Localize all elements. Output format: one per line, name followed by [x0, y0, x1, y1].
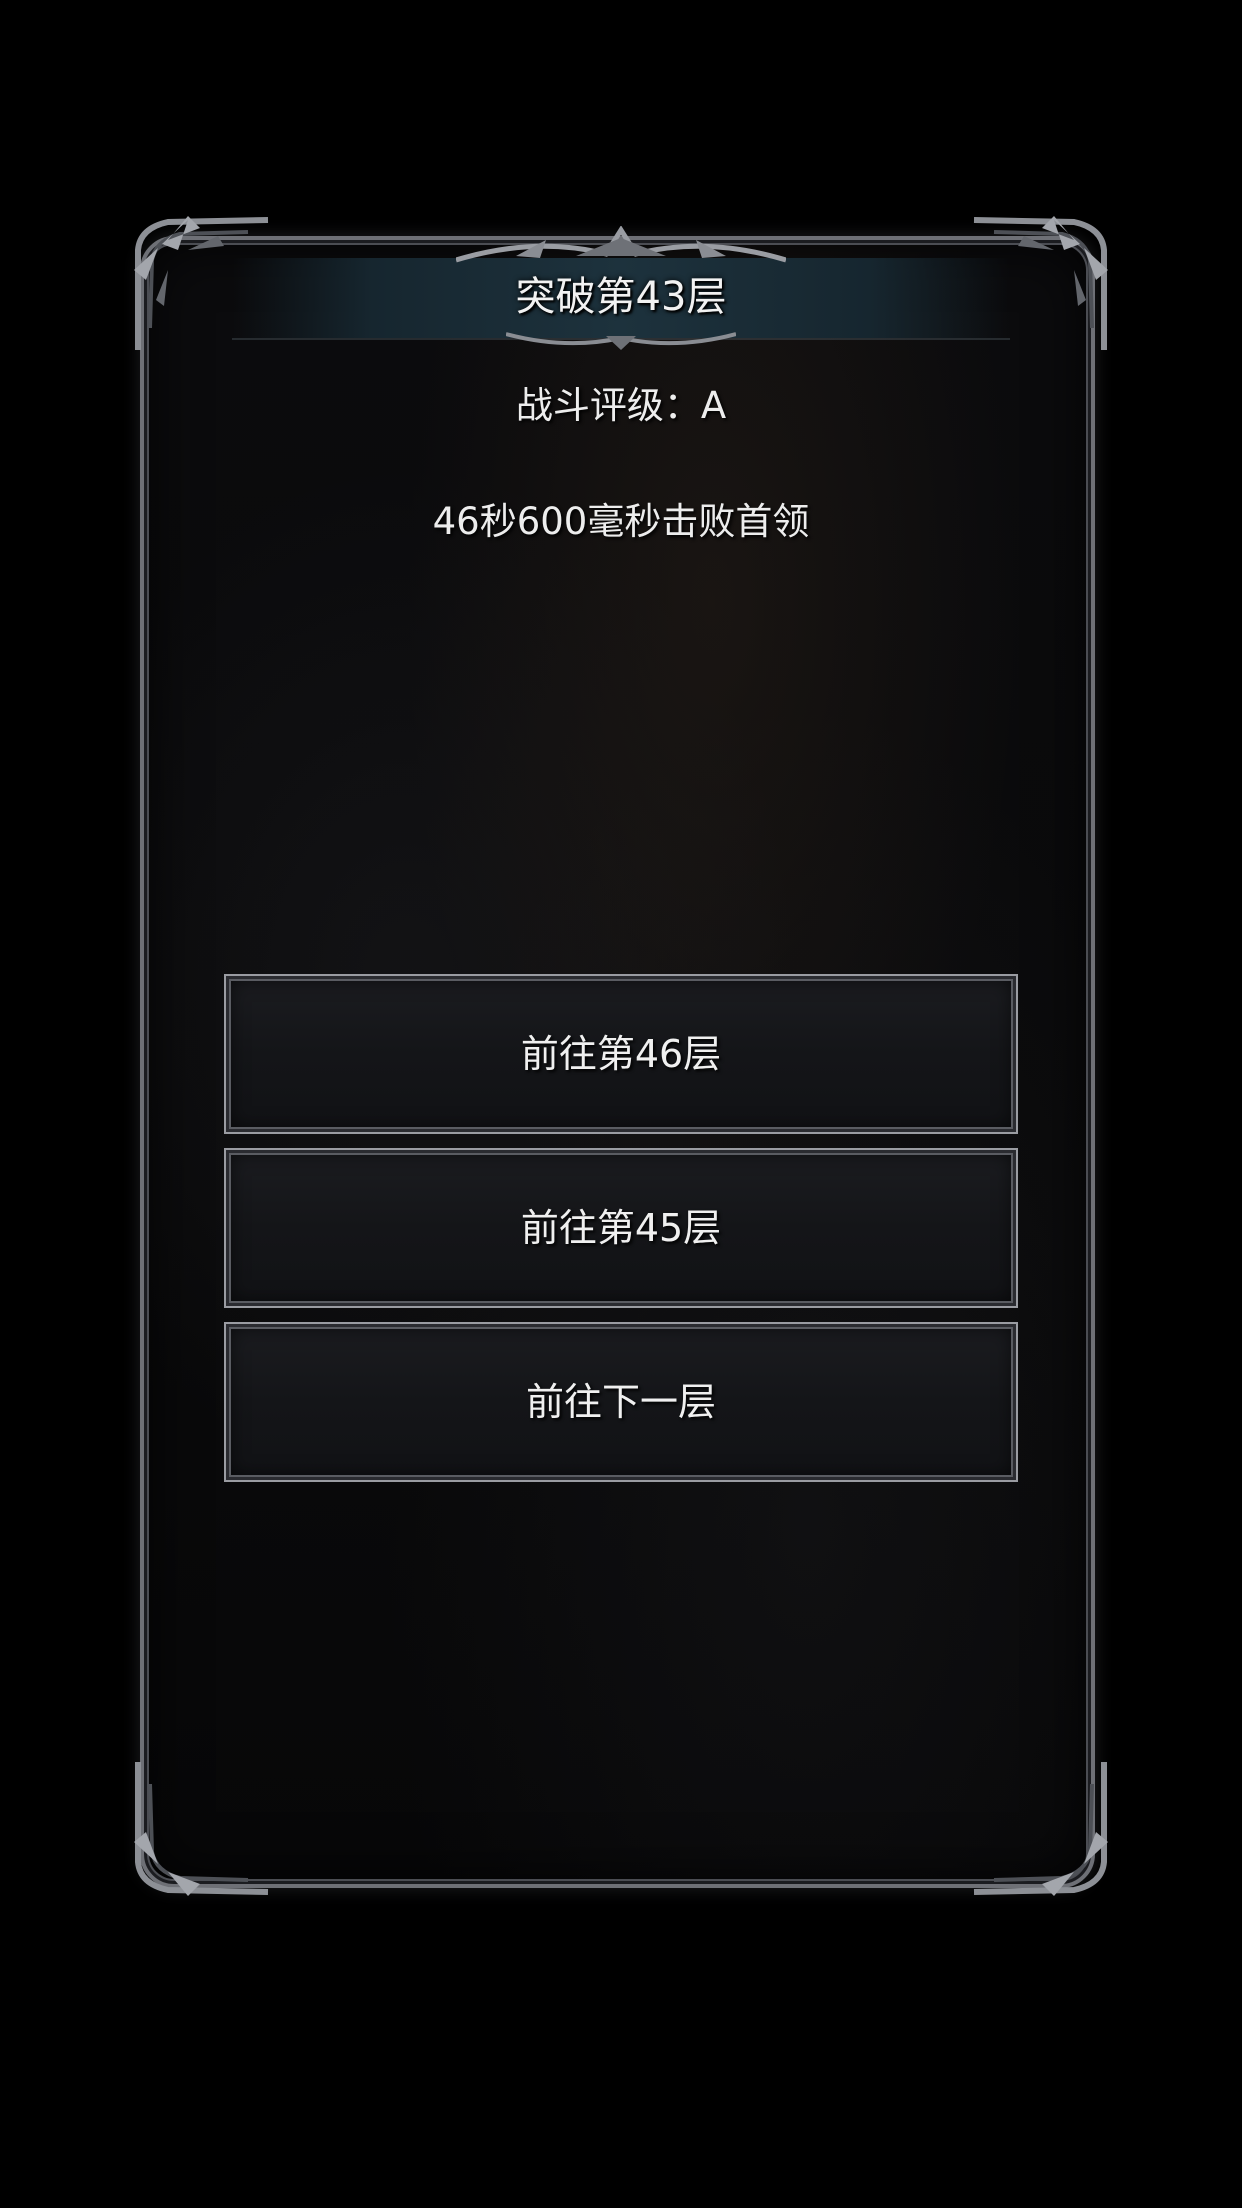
dialog-title: 突破第43层: [515, 274, 727, 320]
title-crest-bottom-ornament: [506, 332, 736, 350]
battle-rating: 战斗评级：A: [515, 384, 727, 427]
boss-clear-time: 46秒600毫秒击败首领: [432, 500, 810, 543]
frame-corner-ornament-bottom-right: [973, 1762, 1108, 1896]
goto-floor-45-button[interactable]: 前往第45层: [224, 1148, 1018, 1308]
button-label: 前往第46层: [520, 1032, 722, 1076]
title-crest-ornament: [456, 226, 786, 263]
goto-next-floor-button[interactable]: 前往下一层: [224, 1322, 1018, 1482]
button-label: 前往第45层: [520, 1206, 722, 1250]
goto-floor-46-button[interactable]: 前往第46层: [224, 974, 1018, 1134]
frame-corner-ornament-bottom-left: [134, 1762, 269, 1896]
button-label: 前往下一层: [525, 1380, 716, 1424]
